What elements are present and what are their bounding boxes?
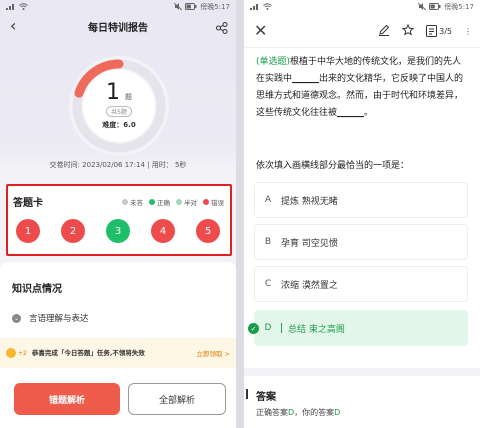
- option-text: 总结 束之高阁: [288, 324, 345, 335]
- question-progress[interactable]: 3/5: [426, 25, 452, 37]
- screen-divider: [236, 0, 244, 428]
- total-badge: 共5题: [106, 106, 132, 117]
- your-answer-label: ，你的答案: [294, 408, 335, 417]
- close-icon[interactable]: ✕: [254, 21, 267, 40]
- more-icon[interactable]: ⋮: [464, 27, 472, 36]
- page-title: 每日特训报告: [88, 22, 148, 34]
- top-bar: ‹ 每日特训报告: [0, 14, 236, 38]
- correct-answer-label: 正确答案: [256, 408, 288, 417]
- expand-icon: ⌄: [12, 313, 21, 323]
- difficulty-text: 难度：6.0: [102, 121, 136, 129]
- question-toolbar: ✕ 3/5 ⋮: [244, 14, 480, 48]
- question-screen: 傍晚5:17 ✕ 3/5 ⋮ (单选题)根植于中华大地的传统文化，是我们的先人在…: [244, 0, 480, 428]
- question-circles: 1 2 3 4 5: [8, 209, 230, 243]
- mute-icon: [173, 2, 183, 12]
- banner-text: 恭喜完成「今日答题」任务,不领将失效: [31, 348, 145, 357]
- option-b[interactable]: B 孕育 司空见惯: [254, 224, 468, 260]
- option-text: 浓缩 漠然置之: [281, 280, 338, 291]
- coin-icon: [6, 348, 16, 358]
- legend-label: 正确: [157, 198, 170, 207]
- legend-half: 半对: [176, 197, 197, 207]
- question-type: (单选题): [256, 57, 291, 67]
- blank-2: ______: [337, 108, 365, 118]
- legend-label: 半对: [184, 198, 197, 207]
- option-letter: A: [264, 195, 272, 205]
- check-icon: ✓: [248, 323, 259, 334]
- blank-1: ______: [292, 74, 320, 84]
- mute-icon: [417, 2, 427, 12]
- question-stem: (单选题)根植于中华大地的传统文化，是我们的先人在实践中______出来的文化精…: [256, 54, 470, 122]
- legend-correct: 正确: [149, 197, 170, 207]
- option-text: 提炼 熟视无睹: [281, 196, 338, 207]
- wifi-icon: [19, 2, 28, 12]
- option-a[interactable]: A 提炼 熟视无睹: [254, 182, 468, 218]
- battery-icon: [429, 2, 441, 12]
- option-letter: B: [264, 237, 272, 247]
- share-icon[interactable]: [216, 19, 228, 38]
- score-unit: 题: [125, 93, 133, 101]
- score-value: 1: [105, 80, 120, 105]
- edit-icon[interactable]: [378, 24, 390, 38]
- status-bar: 傍晚5:17: [0, 0, 236, 14]
- answer-sheet-icon: [426, 25, 438, 37]
- score-ring: 1 题 共5题 难度：6.0: [66, 53, 172, 159]
- legend-dot: [122, 198, 128, 205]
- claim-now-link[interactable]: 立即领取 >: [196, 348, 230, 358]
- knowledge-item-label: 言语理解与表达: [29, 314, 89, 324]
- clock-text: 傍晚5:17: [200, 3, 230, 11]
- legend-dot: [203, 198, 209, 205]
- legend-unanswered: 未答: [122, 197, 143, 207]
- answer-card: 答题卡 未答 正确 半对 错误 1 2 3 4 5: [6, 184, 232, 256]
- legend-dot: [149, 198, 155, 205]
- option-d[interactable]: ✓ D 总结 束之高阁: [248, 310, 468, 346]
- legend: 未答 正确 半对 错误: [122, 197, 224, 207]
- star-icon[interactable]: [401, 23, 415, 38]
- all-analysis-button[interactable]: 全部解析: [128, 383, 226, 415]
- option-c[interactable]: C 浓缩 漠然置之: [254, 266, 468, 302]
- section-marker: [246, 389, 248, 399]
- wrong-analysis-button[interactable]: 错题解析: [14, 383, 120, 415]
- knowledge-item[interactable]: ⌄ 言语理解与表达: [12, 312, 89, 324]
- question-circle-5[interactable]: 5: [196, 219, 220, 243]
- question-prompt: 依次填入画横线部分最恰当的一项是：: [256, 161, 410, 171]
- signal-icon: [6, 3, 16, 12]
- status-bar: 傍晚5:17: [244, 0, 480, 14]
- question-circle-4[interactable]: 4: [151, 219, 175, 243]
- question-circle-1[interactable]: 1: [16, 219, 40, 243]
- question-circle-3[interactable]: 3: [106, 219, 130, 243]
- your-answer: D: [334, 408, 341, 417]
- legend-label: 错误: [211, 198, 224, 207]
- legend-label: 未答: [130, 198, 143, 207]
- report-screen: 傍晚5:17 ‹ 每日特训报告 1 题 共5题 难度：6.0 交卷时间: 202…: [0, 0, 236, 428]
- question-text-3: 。: [364, 108, 374, 118]
- battery-icon: [185, 2, 197, 12]
- legend-wrong: 错误: [203, 197, 224, 207]
- back-icon[interactable]: ‹: [10, 16, 16, 35]
- section-separator: [244, 368, 480, 376]
- question-circle-2[interactable]: 2: [61, 219, 85, 243]
- submit-info: 交卷时间: 2023/02/06 17:14 | 用时： 5秒: [49, 161, 187, 169]
- answer-card-title: 答题卡: [13, 198, 43, 209]
- answer-line: 正确答案D，你的答案D: [256, 407, 340, 418]
- legend-dot: [176, 198, 182, 205]
- answer-title: 答案: [256, 392, 276, 403]
- reward-amount: +2: [18, 349, 27, 357]
- option-letter: C: [264, 279, 272, 289]
- knowledge-title: 知识点情况: [12, 284, 62, 295]
- signal-icon: [250, 3, 260, 12]
- wifi-icon: [263, 2, 272, 12]
- progress-text: 3/5: [439, 26, 452, 36]
- clock-text: 傍晚5:17: [444, 3, 474, 11]
- task-banner: +2 恭喜完成「今日答题」任务,不领将失效 立即领取 >: [0, 338, 236, 368]
- option-text: 孕育 司空见惯: [281, 238, 338, 249]
- option-divider: [281, 323, 282, 333]
